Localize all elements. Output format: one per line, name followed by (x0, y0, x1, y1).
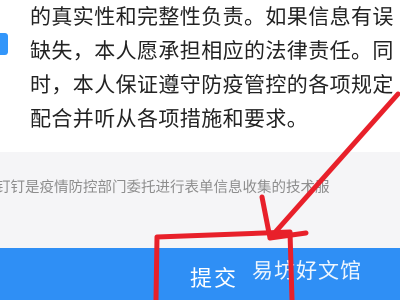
declaration-card: 的真实性和完整性负责。如果信息有误 缺失，本人愿承担相应的法律责任。同 时，本人… (0, 0, 400, 152)
declaration-line-1: 的真实性和完整性负责。如果信息有误 (30, 5, 394, 29)
footer-info-band (0, 152, 400, 248)
disclaimer-text: 钉钉是疫情防控部门委托进行表单信息收集的技术服 (0, 180, 330, 196)
submit-button-label: 提交 (190, 267, 239, 292)
declaration-line-2: 缺失，本人愿承担相应的法律责任。同 (30, 39, 394, 63)
declaration-line-3: 时，本人保证遵守防疫管控的各项规定 (30, 73, 394, 97)
watermark: 易坊好文馆 (252, 259, 362, 283)
declaration-line-4: 配合并听从各项措施和要求。 (30, 107, 309, 131)
agree-checkbox[interactable] (0, 33, 8, 55)
